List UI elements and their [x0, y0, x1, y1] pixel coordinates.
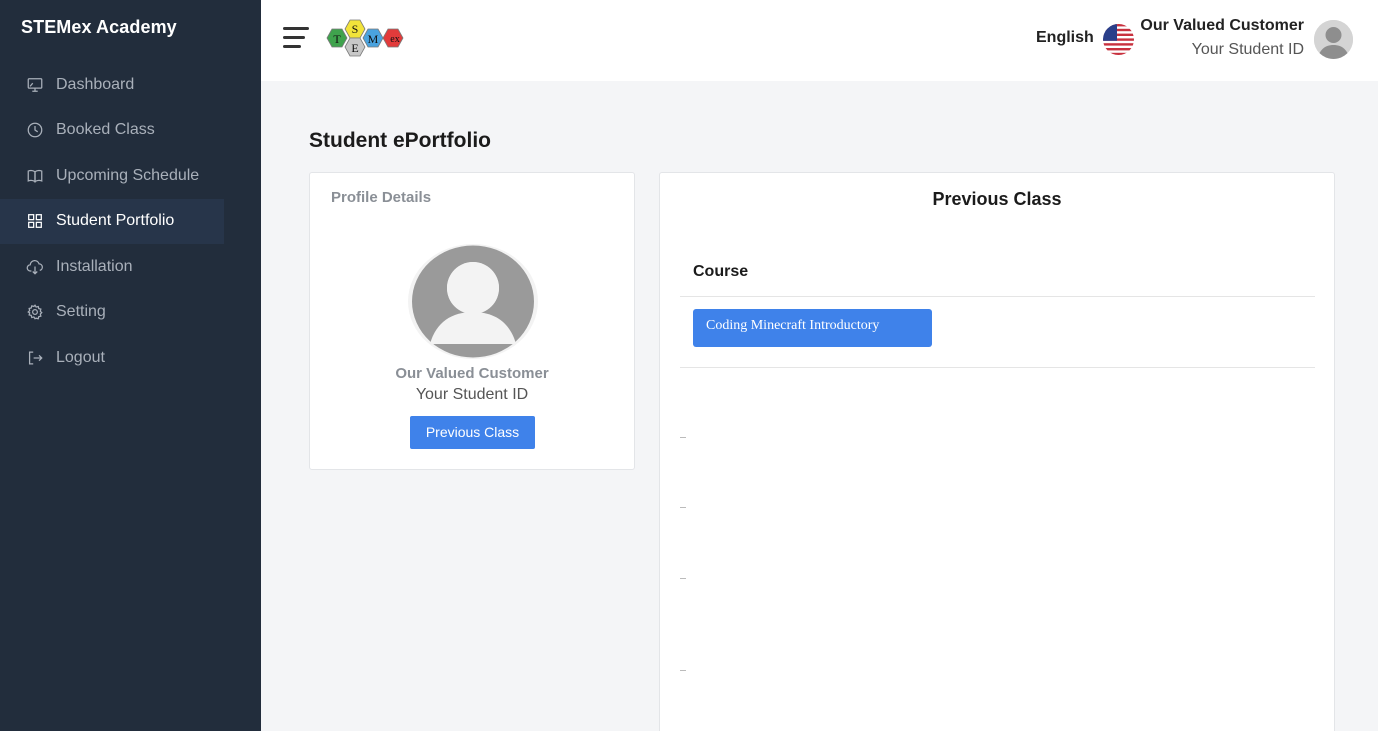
monitor-icon — [25, 75, 45, 95]
brand-title: STEMex Academy — [21, 17, 177, 37]
sidebar-item-installation[interactable]: Installation — [0, 244, 261, 290]
profile-avatar — [408, 244, 538, 359]
stemex-logo: T S E M ex — [326, 19, 404, 57]
placeholder-dash — [680, 437, 686, 438]
language-selector[interactable]: English — [1036, 29, 1094, 47]
sidebar-item-label: Logout — [56, 348, 105, 366]
cloud-download-icon — [25, 257, 45, 277]
top-bar: T S E M ex English Our Valued Customer Y… — [261, 0, 1378, 81]
sidebar-item-setting[interactable]: Setting — [0, 290, 261, 336]
sidebar-item-label: Installation — [56, 257, 133, 275]
gear-icon — [25, 302, 45, 322]
previous-class-title: Previous Class — [932, 189, 1062, 209]
sidebar-nav: Dashboard Booked Class Upcoming Schedule… — [0, 62, 261, 381]
profile-details-card: Profile Details Our Valued Customer Your… — [309, 172, 635, 470]
sidebar: STEMex Academy Dashboard Booked Class Up… — [0, 0, 261, 731]
logo-letter: E — [351, 41, 358, 55]
sidebar-item-label: Student Portfolio — [56, 212, 175, 230]
placeholder-dash — [680, 670, 686, 671]
logo-letter: ex — [390, 34, 399, 45]
course-item-button[interactable]: Coding Minecraft Introductory — [693, 309, 932, 347]
profile-card-title: Profile Details — [331, 189, 432, 206]
book-icon — [25, 166, 45, 186]
profile-name: Our Valued Customer — [395, 365, 549, 382]
table-divider — [680, 296, 1315, 297]
profile-student-id: Your Student ID — [415, 386, 529, 403]
sidebar-item-dashboard[interactable]: Dashboard — [0, 62, 261, 108]
course-column-header: Course — [693, 263, 749, 280]
sidebar-item-label: Booked Class — [56, 121, 155, 139]
menu-toggle-icon[interactable] — [283, 27, 309, 49]
previous-class-card: Previous Class Course Coding Minecraft I… — [659, 172, 1335, 731]
page-title: Student ePortfolio — [309, 129, 491, 152]
table-divider — [680, 367, 1315, 368]
logo-letter: T — [333, 32, 341, 46]
logo-letter: M — [368, 32, 379, 46]
placeholder-dash — [680, 578, 686, 579]
sidebar-item-label: Setting — [56, 303, 106, 321]
us-flag-icon[interactable] — [1103, 24, 1134, 55]
sidebar-item-booked-class[interactable]: Booked Class — [0, 108, 261, 154]
sidebar-item-label: Dashboard — [56, 75, 135, 93]
previous-class-button[interactable]: Previous Class — [410, 416, 535, 449]
grid-icon — [25, 211, 45, 231]
sidebar-item-student-portfolio[interactable]: Student Portfolio — [0, 198, 224, 244]
sidebar-item-logout[interactable]: Logout — [0, 335, 261, 381]
logout-icon — [25, 348, 45, 368]
clock-icon — [25, 120, 45, 140]
avatar[interactable] — [1314, 20, 1353, 59]
header-student-id: Your Student ID — [1191, 41, 1304, 58]
sidebar-item-label: Upcoming Schedule — [56, 166, 200, 184]
placeholder-dash — [680, 507, 686, 508]
logo-letter: S — [352, 22, 359, 36]
header-user-name: Our Valued Customer — [1140, 17, 1304, 34]
sidebar-item-upcoming-schedule[interactable]: Upcoming Schedule — [0, 153, 261, 199]
